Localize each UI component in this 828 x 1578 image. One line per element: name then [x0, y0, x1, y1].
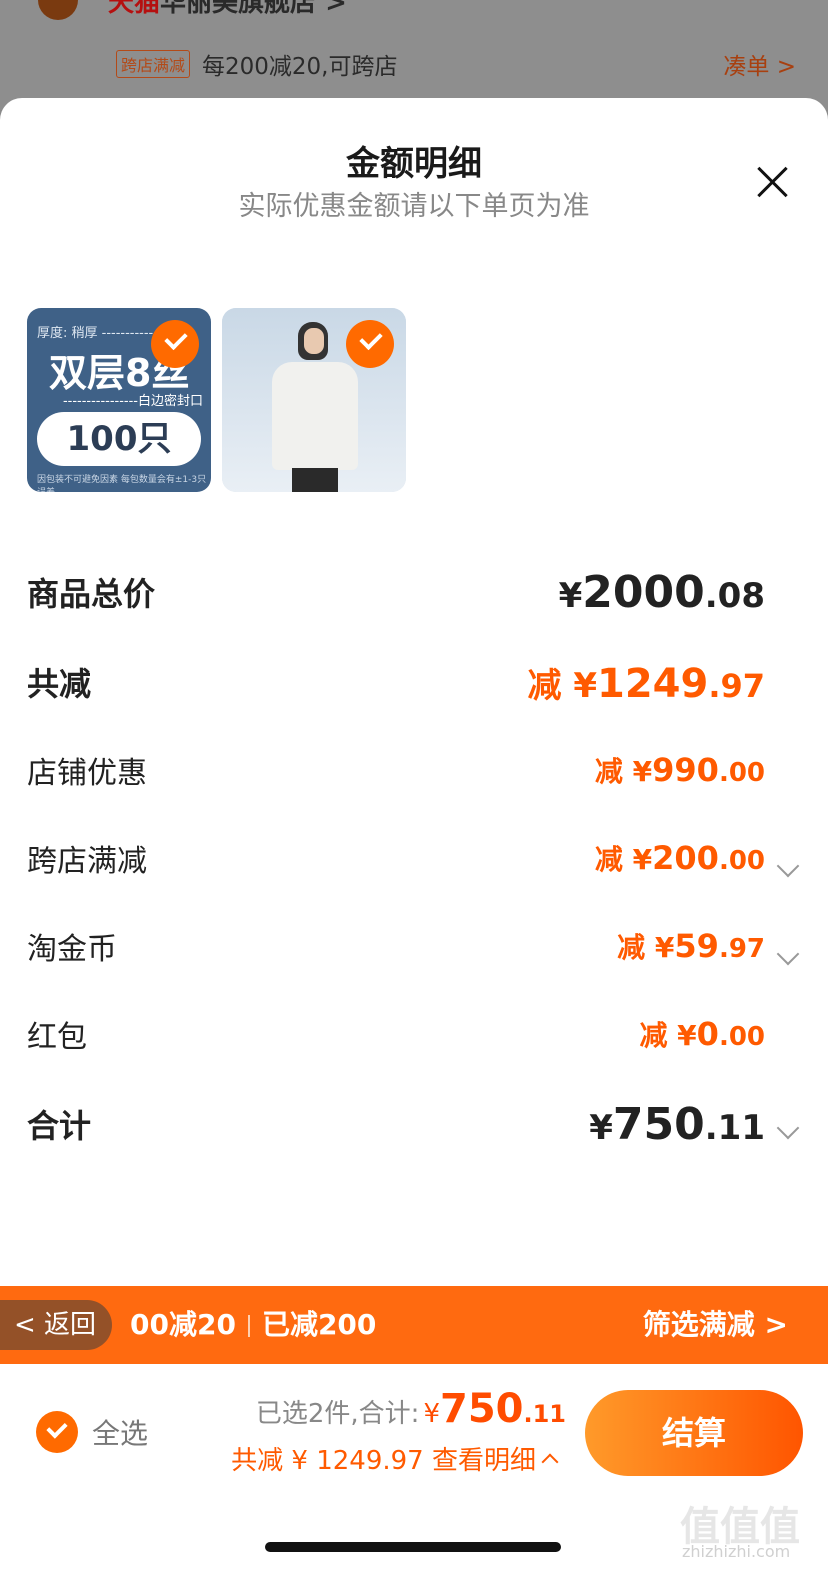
row-store-discount[interactable]: 店铺优惠 减 ¥990.00: [27, 740, 765, 800]
taojinbi-label: 淘金币: [27, 932, 117, 967]
value-int: 200: [652, 839, 719, 877]
row-total-discount: 共减 减 ¥1249.97: [27, 652, 765, 712]
checkout-button[interactable]: 结算: [585, 1390, 803, 1476]
close-icon[interactable]: [756, 166, 788, 198]
promo-banner: 00减20 已减200 筛选满减 >: [0, 1286, 828, 1364]
store-check-icon[interactable]: [38, 0, 78, 20]
summary-total-int: 750: [439, 1386, 524, 1432]
store-row: 天猫华丽美旗舰店 >: [38, 0, 347, 22]
banner-divider: [247, 1315, 250, 1337]
jacket-photo-coat: [272, 362, 358, 470]
cross-store-value: 减 ¥200.00: [595, 838, 765, 878]
filter-discount-link[interactable]: 筛选满减 >: [643, 1286, 788, 1364]
total-discount-value: 减 ¥1249.97: [527, 658, 765, 707]
product-thumbnail-mask[interactable]: 厚度: 稍厚 ------------ 双层8丝 ---------------…: [27, 308, 211, 492]
currency: ¥: [589, 1107, 613, 1148]
thumb-side-text: ----------------白边密封口: [62, 394, 203, 409]
currency: ¥: [558, 575, 583, 616]
row-red-packet[interactable]: 红包 减 ¥0.00: [27, 1004, 765, 1064]
row-taojinbi: 淘金币 减 ¥59.97: [27, 916, 765, 976]
jacket-photo-skirt: [292, 468, 338, 492]
chevron-down-icon[interactable]: [776, 854, 800, 878]
total-discount-label: 共减: [27, 665, 92, 703]
promo-text: 每200减20,可跨店: [202, 54, 398, 80]
summary-total-dec: .11: [523, 1400, 566, 1428]
check-icon[interactable]: [151, 320, 199, 368]
reduced-text: 共减 ¥ 1249.97 查看明细: [231, 1446, 536, 1476]
subtotal-label: 商品总价: [27, 575, 156, 613]
view-detail-link[interactable]: 共减 ¥ 1249.97 查看明细: [231, 1440, 559, 1477]
promo-row: 跨店满减 每200减20,可跨店 凑单 >: [116, 44, 796, 84]
store-discount-label: 店铺优惠: [27, 756, 147, 791]
promo-tag: 跨店满减: [116, 50, 191, 78]
store-name-text: 华丽美旗舰店 >: [160, 0, 347, 18]
currency: 减 ¥: [639, 1019, 697, 1052]
grand-total-value: ¥750.11: [589, 1099, 765, 1150]
chevron-up-icon: [541, 1453, 559, 1470]
value-dec: .00: [718, 1022, 765, 1052]
red-packet-label: 红包: [27, 1020, 87, 1055]
check-icon[interactable]: [346, 320, 394, 368]
value-int: 2000: [582, 566, 705, 618]
value-dec: .97: [718, 934, 765, 964]
taojinbi-value: 减 ¥59.97: [617, 926, 765, 966]
value-dec: .11: [704, 1107, 765, 1148]
checkout-bar: 全选 已选2件,合计: ¥ 750 .11 共减 ¥ 1249.97 查看明细 …: [0, 1364, 828, 1578]
chevron-down-icon[interactable]: [776, 942, 800, 966]
row-subtotal: 商品总价 ¥2000.08: [27, 562, 765, 622]
thumb-count-pill: 100只: [37, 412, 201, 466]
jacket-photo-face: [304, 328, 324, 354]
row-cross-store-discount[interactable]: 跨店满减 减 ¥200.00: [27, 828, 765, 888]
red-packet-value: 减 ¥0.00: [639, 1014, 765, 1054]
summary-line: 已选2件,合计: ¥ 750 .11: [256, 1386, 566, 1432]
banner-rule: 00减20: [130, 1308, 236, 1341]
add-items-link[interactable]: 凑单 >: [723, 47, 796, 81]
value-int: 990: [652, 751, 719, 789]
currency: 减 ¥: [594, 755, 653, 788]
store-name[interactable]: 天猫华丽美旗舰店 >: [108, 0, 347, 19]
product-thumbnail-jacket[interactable]: [222, 308, 406, 492]
value-dec: .00: [718, 846, 765, 876]
currency: 减 ¥: [527, 665, 597, 706]
sheet-subtitle: 实际优惠金额请以下单页为准: [238, 191, 590, 222]
value-dec: .00: [718, 758, 765, 788]
select-all-check-icon[interactable]: [36, 1411, 78, 1453]
cross-store-label: 跨店满减: [27, 844, 147, 879]
sheet-title: 金额明细: [346, 144, 482, 184]
home-indicator[interactable]: [265, 1542, 561, 1552]
tmall-label: 天猫: [108, 0, 161, 18]
watermark-url: zhizhizhi.com: [682, 1542, 791, 1561]
value-int: 0: [696, 1015, 719, 1053]
currency: 减 ¥: [594, 843, 653, 876]
subtotal-value: ¥2000.08: [559, 567, 765, 618]
summary-text: 已选2件,合计:: [255, 1399, 420, 1429]
row-grand-total: 合计 ¥750.11: [27, 1094, 765, 1154]
value-dec: .97: [708, 666, 765, 705]
store-discount-value: 减 ¥990.00: [595, 750, 765, 790]
select-all-label[interactable]: 全选: [92, 1412, 148, 1452]
value-int: 59: [674, 927, 719, 965]
summary-currency: ¥: [423, 1399, 440, 1429]
value-int: 1249: [596, 660, 709, 707]
currency: 减 ¥: [617, 931, 675, 964]
value-int: 750: [612, 1098, 705, 1150]
banner-reduced: 已减200: [261, 1308, 377, 1341]
banner-text: 00减20 已减200: [130, 1286, 376, 1364]
thumb-thickness-text: 厚度: 稍厚 ------------: [37, 326, 158, 341]
grand-total-label: 合计: [27, 1107, 92, 1145]
chevron-down-icon[interactable]: [776, 1116, 800, 1140]
value-dec: .08: [704, 575, 765, 616]
thumb-fine-print: 因包装不可避免因素 每包数量会有±1-3只误差: [37, 475, 207, 492]
back-button[interactable]: < 返回: [0, 1300, 112, 1350]
